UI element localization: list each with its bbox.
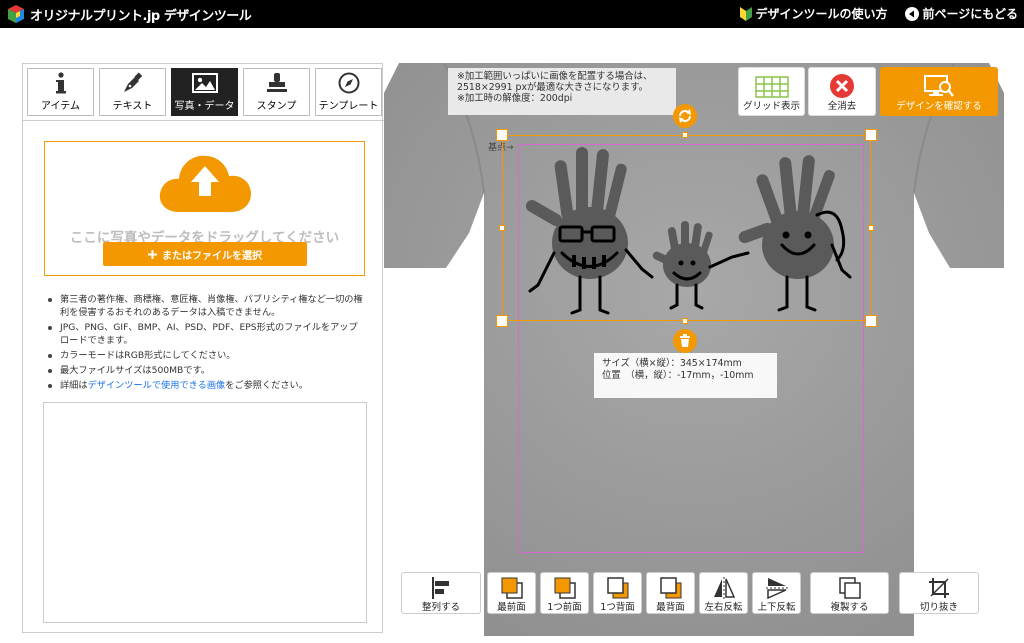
bring-to-front-label: 最前面 (497, 602, 526, 613)
usable-images-link[interactable]: デザインツールで使用できる画像 (88, 380, 226, 391)
rotate-icon[interactable] (673, 104, 697, 128)
position-readout: 位置 （横，縦）：-17mm，-10mm (602, 370, 754, 381)
resize-handle-top-left[interactable] (496, 129, 508, 141)
tab-stamp[interactable]: スタンプ (243, 68, 310, 116)
logo-text: オリジナルプリント.jp デザインツール (30, 8, 252, 24)
duplicate-label: 複製する (830, 602, 869, 613)
crop-icon (929, 578, 949, 598)
resize-handle-bottom-left[interactable] (496, 315, 508, 327)
note-item: カラーモードはRGB形式にしてください。 (45, 349, 365, 362)
resize-handle-top-right[interactable] (865, 129, 877, 141)
note-item: 第三者の著作権、商標権、意匠権、肖像権、パブリシティ権など一切の権利を侵害するお… (45, 293, 365, 319)
bring-forward-button[interactable]: 1つ前面 (540, 572, 589, 614)
stamp-icon (266, 73, 287, 92)
flip-horizontal-button[interactable]: 左右反転 (699, 572, 748, 614)
plus-icon (148, 249, 157, 259)
note-item: JPG、PNG、GIF、BMP、AI、PSD、PDF、EPS形式のファイルをアッ… (45, 321, 365, 347)
bring-front-icon (501, 577, 523, 599)
send-to-back-button[interactable]: 最背面 (646, 572, 695, 614)
confirm-design-button[interactable]: デザインを確認する (880, 67, 998, 116)
tab-photo-label: 写真・データ (174, 101, 235, 112)
back-label: 前ページにもどる (922, 7, 1018, 21)
backward-icon (606, 577, 628, 599)
duplicate-icon (838, 577, 861, 599)
send-backward-label: 1つ背面 (600, 602, 635, 613)
tab-photo-data[interactable]: 写真・データ (171, 68, 238, 116)
note-suffix: をご参照ください。 (225, 380, 308, 391)
monitor-search-icon (924, 75, 954, 97)
resize-handle-top[interactable] (682, 132, 688, 138)
confirm-design-label: デザインを確認する (896, 101, 982, 112)
send-backward-button[interactable]: 1つ背面 (593, 572, 642, 614)
send-to-back-label: 最背面 (656, 602, 685, 613)
resize-handle-right[interactable] (868, 225, 874, 231)
info-line: 2518×2991 pxが最適な大きさになります。 (457, 82, 648, 93)
tab-item[interactable]: アイテム (27, 68, 94, 116)
tab-template-label: テンプレート (318, 101, 379, 112)
flip-vertical-button[interactable]: 上下反転 (752, 572, 801, 614)
bring-to-front-button[interactable]: 最前面 (487, 572, 536, 614)
upload-dropzone[interactable]: ここに写真やデータをドラッグしてください またはファイルを選択 (44, 141, 365, 276)
align-button[interactable]: 整列する (401, 572, 481, 614)
clear-all-button[interactable]: 全消去 (808, 67, 876, 116)
tab-bar: アイテム テキスト 写真・データ スタンプ テンプレート (23, 64, 384, 121)
crop-button[interactable]: 切り抜き (899, 572, 979, 614)
align-icon (432, 577, 449, 599)
logo-cube-icon (8, 5, 24, 23)
back-link[interactable]: 前ページにもどる (905, 5, 1018, 22)
back-arrow-icon (905, 6, 920, 21)
left-panel: アイテム テキスト 写真・データ スタンプ テンプレート ここに写真やデータをド… (22, 63, 384, 633)
grid-icon (754, 76, 789, 98)
uploaded-images-list (43, 402, 367, 623)
print-area-info: ※加工範囲いっぱいに画像を配置する場合は、 2518×2991 pxが最適な大き… (448, 68, 676, 115)
tab-stamp-label: スタンプ (256, 101, 297, 112)
align-label: 整列する (421, 602, 460, 613)
tab-text[interactable]: テキスト (99, 68, 166, 116)
grid-toggle-button[interactable]: グリッド表示 (738, 67, 805, 116)
info-line: ※加工時の解像度：200dpi (457, 93, 573, 104)
howto-link[interactable]: デザインツールの使い方 (740, 5, 887, 22)
crop-label: 切り抜き (919, 602, 958, 613)
grid-toggle-label: グリッド表示 (742, 101, 800, 112)
close-circle-icon (830, 74, 854, 98)
size-readout: サイズ（横×縦）：345×174mm (602, 358, 742, 369)
choose-file-button[interactable]: またはファイルを選択 (103, 242, 307, 266)
flip-vertical-icon (765, 578, 788, 599)
note-item: 最大ファイルサイズは500MBです。 (45, 364, 365, 377)
forward-icon (554, 577, 576, 599)
duplicate-button[interactable]: 複製する (810, 572, 889, 614)
note-item: 詳細はデザインツールで使用できる画像をご参照ください。 (45, 379, 365, 392)
tab-item-label: アイテム (41, 101, 80, 112)
bring-forward-label: 1つ前面 (547, 602, 582, 613)
tab-text-label: テキスト (112, 101, 153, 112)
resize-handle-bottom[interactable] (682, 318, 688, 324)
selection-box[interactable] (502, 135, 871, 321)
design-canvas[interactable]: ※加工範囲いっぱいに画像を配置する場合は、 2518×2991 pxが最適な大き… (384, 63, 1004, 636)
send-back-icon (659, 577, 681, 599)
tab-template[interactable]: テンプレート (315, 68, 382, 116)
choose-file-label: またはファイルを選択 (162, 250, 262, 262)
beginner-leaf-icon (740, 6, 753, 21)
info-line: ※加工範囲いっぱいに画像を配置する場合は、 (457, 71, 653, 82)
image-icon (191, 73, 218, 93)
note-prefix: 詳細は (60, 380, 88, 391)
compass-icon (338, 72, 359, 94)
resize-handle-left[interactable] (499, 225, 505, 231)
cloud-upload-icon (159, 155, 251, 212)
info-icon (55, 72, 66, 94)
resize-handle-bottom-right[interactable] (865, 315, 877, 327)
delete-icon[interactable] (673, 329, 697, 353)
flip-horizontal-label: 左右反転 (704, 602, 743, 613)
pen-icon (123, 72, 142, 92)
flip-horizontal-icon (713, 577, 735, 599)
flip-vertical-label: 上下反転 (757, 602, 796, 613)
upload-notes: 第三者の著作権、商標権、意匠権、肖像権、パブリシティ権など一切の権利を侵害するお… (45, 293, 365, 394)
howto-label: デザインツールの使い方 (755, 7, 888, 21)
clear-all-label: 全消去 (827, 101, 857, 112)
logo[interactable]: オリジナルプリント.jp デザインツール (6, 4, 252, 24)
top-bar: オリジナルプリント.jp デザインツール デザインツールの使い方 前ページにもど… (0, 0, 1024, 28)
size-position-readout: サイズ（横×縦）：345×174mm 位置 （横，縦）：-17mm，-10mm (594, 353, 777, 398)
